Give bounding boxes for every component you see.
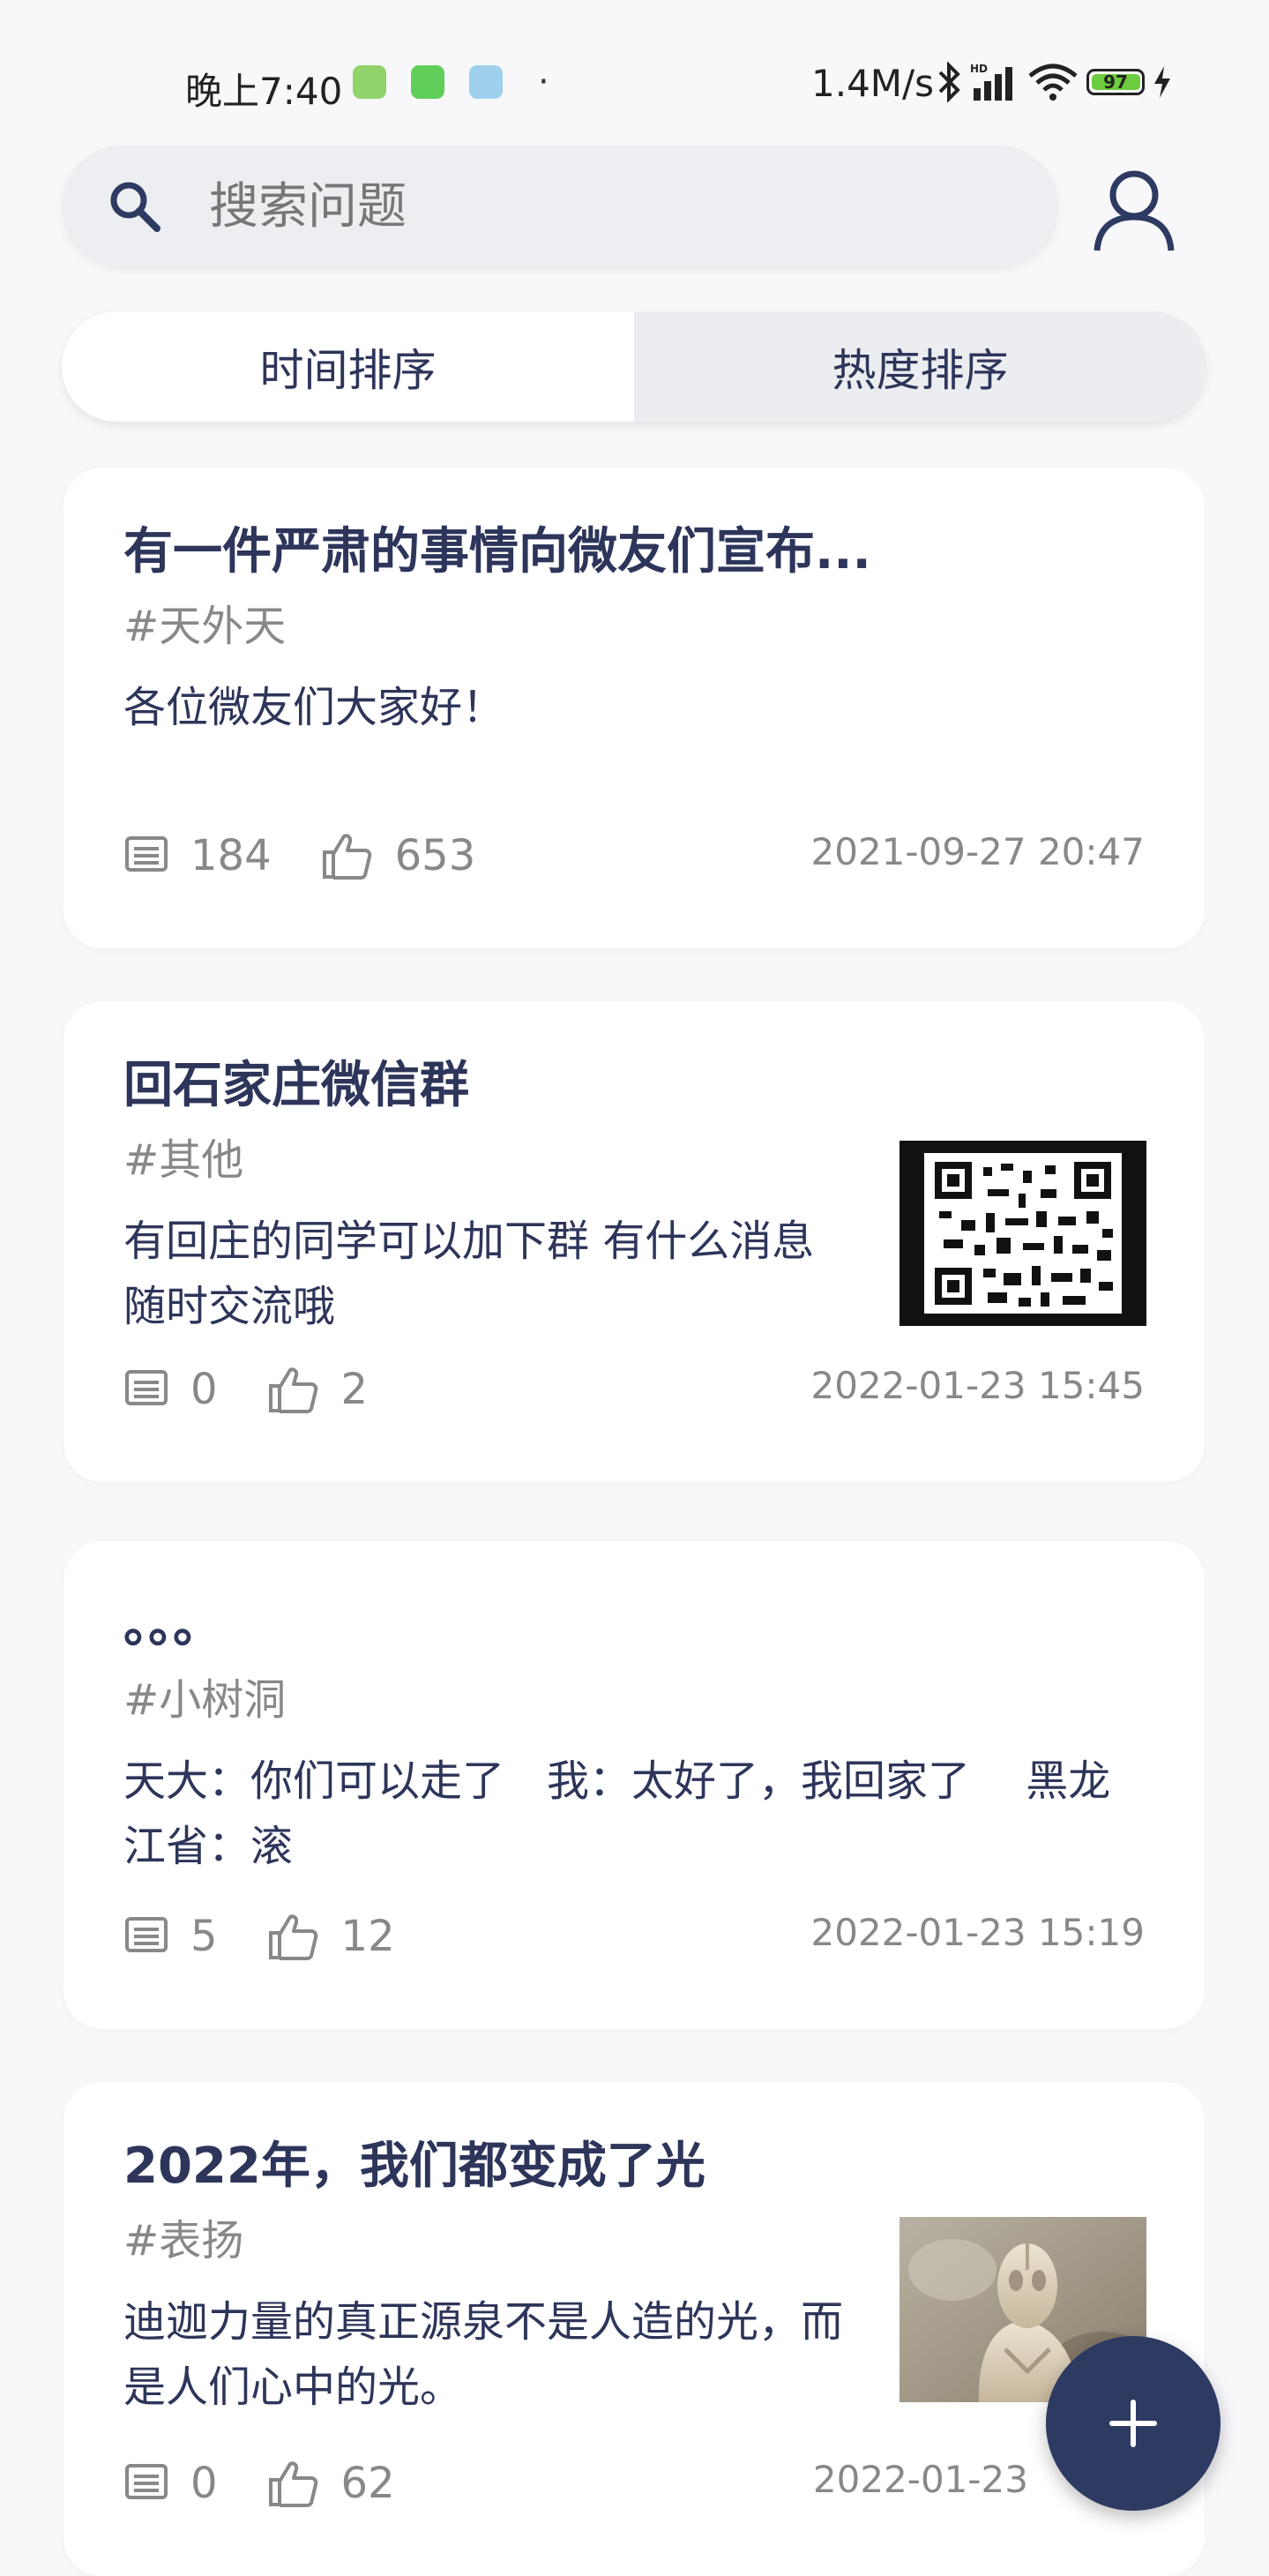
post-card[interactable]: 。。。 #小树洞 天大：你们可以走了 我：太好了，我回家了 黑龙江省：滚 5 1… [63, 1541, 1205, 2029]
like-icon[interactable] [267, 2457, 320, 2510]
add-post-button[interactable] [1046, 2336, 1220, 2511]
post-date: 2022-01-23 15:45 [810, 1364, 1145, 1407]
search-bar[interactable] [62, 146, 1058, 268]
charging-icon [1154, 66, 1170, 98]
post-date: 2021-09-27 20:47 [810, 830, 1145, 873]
search-icon[interactable] [106, 177, 162, 234]
sort-tabs: 时间排序 热度排序 [62, 311, 1206, 422]
battery-level: 97 [1103, 71, 1128, 93]
post-card[interactable]: 有一件严肃的事情向微友们宣布... #天外天 各位微友们大家好！ 184 653… [63, 468, 1205, 948]
comment-icon[interactable] [123, 1367, 169, 1412]
comment-count: 184 [190, 831, 272, 880]
like-count: 653 [394, 831, 476, 880]
post-title: 2022年，我们都变成了光 [123, 2138, 705, 2195]
post-tag[interactable]: #表扬 [123, 2205, 243, 2267]
post-body: 有回庄的同学可以加下群 有什么消息随时交流哦 [123, 1217, 815, 1331]
post-tag[interactable]: #小树洞 [123, 1665, 286, 1726]
signal-icon: HD [970, 63, 1012, 101]
bluetooth-icon [938, 62, 960, 102]
post-title: 。。。 [123, 1597, 222, 1654]
like-count: 2 [340, 1365, 369, 1414]
comment-count: 0 [190, 2459, 218, 2508]
android-app-icon [353, 65, 386, 99]
status-dot: · [538, 62, 549, 102]
book-app-icon [469, 65, 503, 99]
post-tag[interactable]: #天外天 [123, 591, 286, 653]
post-title: 回石家庄微信群 [123, 1057, 469, 1114]
post-body: 各位微友们大家好！ [123, 683, 505, 732]
comment-count: 0 [190, 1365, 218, 1414]
status-time: 晚上7:40 [185, 70, 343, 113]
svg-text:HD: HD [970, 63, 988, 75]
wifi-icon [1028, 64, 1078, 101]
wechat-app-icon [411, 65, 444, 99]
tab-time-sort[interactable]: 时间排序 [62, 311, 634, 422]
like-icon[interactable] [267, 1363, 320, 1416]
tab-hot-sort[interactable]: 热度排序 [634, 311, 1206, 422]
post-date: 2022-01-23 15:19 [810, 1911, 1145, 1954]
post-card[interactable]: 回石家庄微信群 #其他 有回庄的同学可以加下群 有什么消息随时交流哦 0 2 2… [63, 1001, 1205, 1482]
battery-icon: 97 [1086, 69, 1145, 95]
plus-icon [1109, 2400, 1157, 2447]
post-body: 天大：你们可以走了 我：太好了，我回家了 黑龙江省：滚 [123, 1756, 1111, 1871]
like-icon[interactable] [321, 829, 374, 882]
comment-icon[interactable] [123, 833, 169, 879]
comment-count: 5 [190, 1912, 218, 1961]
like-count: 62 [340, 2459, 395, 2508]
profile-icon[interactable] [1090, 166, 1178, 254]
comment-icon[interactable] [123, 1913, 169, 1959]
qr-code-image[interactable] [899, 1141, 1146, 1326]
search-input[interactable] [207, 146, 1004, 268]
like-count: 12 [340, 1912, 395, 1961]
status-bar: 晚上7:40 · 1.4M/s HD 97 [0, 0, 1269, 132]
post-body: 迪迦力量的真正源泉不是人造的光，而是人们心中的光。 [123, 2297, 844, 2412]
comment-icon[interactable] [123, 2460, 169, 2506]
post-title: 有一件严肃的事情向微友们宣布... [123, 523, 871, 580]
post-date: 2022-01-23 [812, 2458, 1028, 2501]
post-card[interactable]: 2022年，我们都变成了光 #表扬 迪迦力量的真正源泉不是人造的光，而是人们心中… [63, 2082, 1205, 2576]
like-icon[interactable] [267, 1910, 320, 1963]
network-speed: 1.4M/s [811, 62, 935, 105]
post-tag[interactable]: #其他 [123, 1125, 243, 1187]
